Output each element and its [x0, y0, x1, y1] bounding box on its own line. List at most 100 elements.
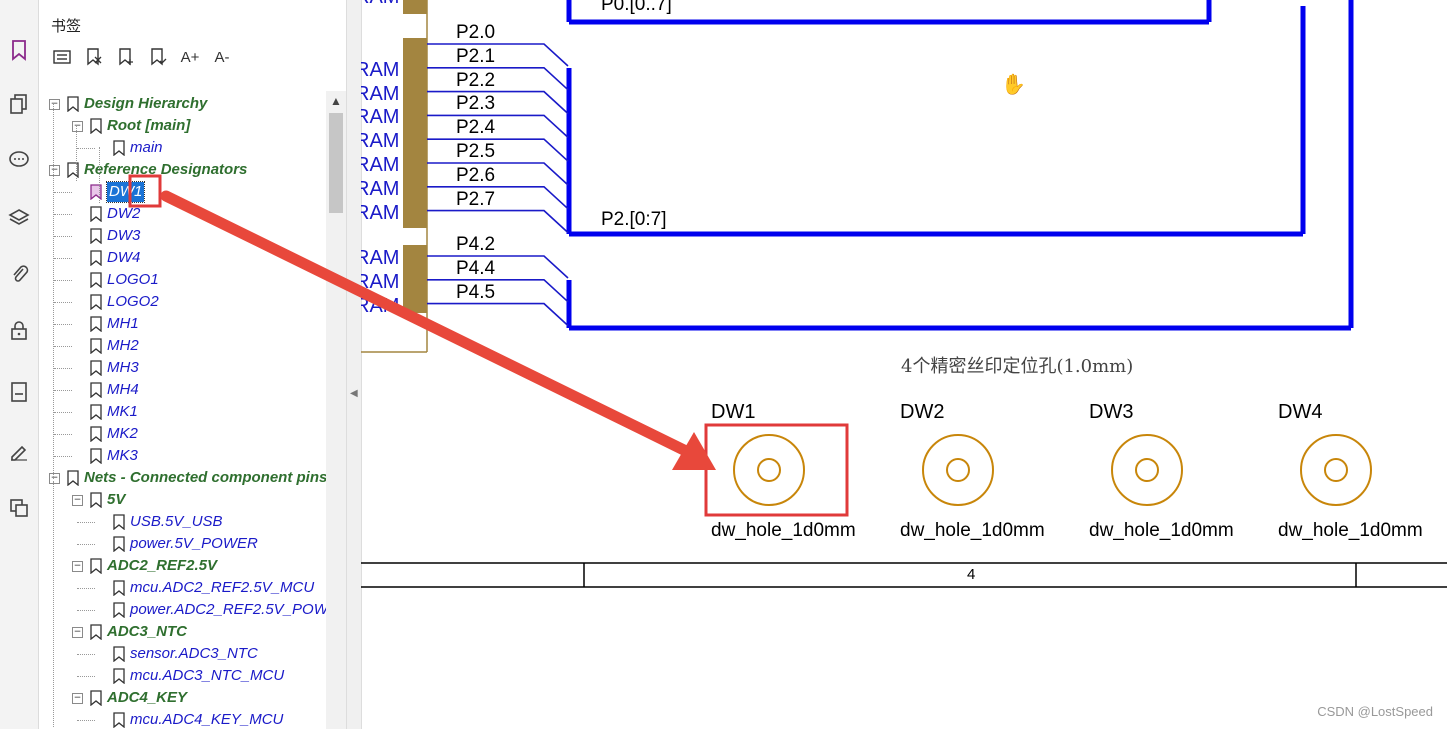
bookmark-icon	[113, 140, 125, 156]
bookmark-label[interactable]: MH2	[107, 336, 139, 356]
bookmark-row[interactable]: MK3	[39, 445, 326, 467]
collapse-toggle-icon[interactable]: −	[49, 165, 60, 176]
bookmark-row[interactable]: power.5V_POWER	[39, 533, 326, 555]
collapse-toggle-icon[interactable]: −	[49, 99, 60, 110]
bookmark-label[interactable]: DW1	[105, 181, 146, 203]
bookmark-row[interactable]: power.ADC2_REF2.5V_POWER	[39, 599, 326, 621]
bookmark-row[interactable]: − Nets - Connected component pins	[39, 467, 326, 489]
bookmark-label[interactable]: MK3	[107, 446, 138, 466]
bookmark-label[interactable]: Design Hierarchy	[84, 94, 207, 114]
bookmark-icon	[90, 206, 102, 222]
bookmark-label[interactable]: DW2	[107, 204, 140, 224]
comments-icon[interactable]	[5, 146, 33, 174]
bookmark-row[interactable]: LOGO1	[39, 269, 326, 291]
compare-icon[interactable]	[5, 494, 33, 522]
scroll-thumb[interactable]	[329, 113, 343, 213]
panel-splitter[interactable]: ◀	[346, 0, 362, 729]
security-icon[interactable]	[5, 316, 33, 344]
p2-pin-label: P2.7	[456, 188, 496, 210]
bookmark-row[interactable]: − Design Hierarchy	[39, 93, 326, 115]
options-menu-icon[interactable]	[49, 45, 75, 69]
bookmark-label[interactable]: Nets - Connected component pins	[84, 468, 326, 488]
bookmark-row[interactable]: MH3	[39, 357, 326, 379]
bookmark-label[interactable]: mcu.ADC4_KEY_MCU	[130, 710, 283, 729]
fiducial-ref-label[interactable]: DW2	[900, 401, 944, 424]
collapse-toggle-icon[interactable]: −	[72, 121, 83, 132]
bookmark-label[interactable]: DW4	[107, 248, 140, 268]
bookmark-row[interactable]: − Reference Designators	[39, 159, 326, 181]
bookmark-row[interactable]: − ADC3_NTC	[39, 621, 326, 643]
pages-icon[interactable]	[5, 90, 33, 118]
bookmark-row[interactable]: USB.5V_USB	[39, 511, 326, 533]
bookmark-row[interactable]: − 5V	[39, 489, 326, 511]
bookmark-row[interactable]: DW1	[39, 181, 326, 203]
collapse-panel-icon[interactable]: ◀	[350, 388, 358, 399]
bookmark-label[interactable]: USB.5V_USB	[130, 512, 223, 532]
collapse-toggle-icon[interactable]: −	[72, 561, 83, 572]
bookmark-icon	[113, 712, 125, 728]
bookmark-label[interactable]: 5V	[107, 490, 125, 510]
collapse-toggle-icon[interactable]: −	[72, 627, 83, 638]
bookmark-label[interactable]: MK1	[107, 402, 138, 422]
new-bookmark-from-structure-icon[interactable]	[145, 45, 171, 69]
bookmark-row[interactable]: mcu.ADC3_NTC_MCU	[39, 665, 326, 687]
reduce-text-icon[interactable]: A-	[209, 45, 235, 69]
bookmark-label[interactable]: power.5V_POWER	[130, 534, 258, 554]
fiducial-ref-label[interactable]: DW3	[1089, 401, 1133, 424]
bookmark-row[interactable]: DW2	[39, 203, 326, 225]
fiducial-footprint-label: dw_hole_1d0mm	[1089, 520, 1234, 541]
fiducial-ref-label[interactable]: DW1	[711, 401, 755, 424]
bookmark-scrollbar[interactable]: ▲	[326, 91, 346, 729]
signature-icon[interactable]	[5, 436, 33, 464]
bookmark-label[interactable]: sensor.ADC3_NTC	[130, 644, 258, 664]
bookmark-row[interactable]: MH2	[39, 335, 326, 357]
bookmark-icon	[90, 338, 102, 354]
schematic-canvas[interactable]: RAM P2.0P2.1 RAM P2.2 RAM P2.3 RAM P2.4 RAM P2.5 R…	[361, 0, 1447, 729]
bookmark-label[interactable]: power.ADC2_REF2.5V_POWER	[130, 600, 326, 620]
bookmark-row[interactable]: LOGO2	[39, 291, 326, 313]
collapse-toggle-icon[interactable]: −	[72, 693, 83, 704]
fiducial-ref-label[interactable]: DW4	[1278, 401, 1322, 424]
bookmark-label[interactable]: MK2	[107, 424, 138, 444]
collapse-toggle-icon[interactable]: −	[49, 473, 60, 484]
delete-bookmark-icon[interactable]	[81, 45, 107, 69]
bookmark-row[interactable]: − Root [main]	[39, 115, 326, 137]
ram-label: RAM	[361, 82, 400, 105]
bookmarks-icon[interactable]	[5, 36, 33, 64]
bookmark-label[interactable]: DW3	[107, 226, 140, 246]
bookmark-label[interactable]: MH3	[107, 358, 139, 378]
bookmark-label[interactable]: ADC4_KEY	[107, 688, 187, 708]
bookmark-label[interactable]: MH1	[107, 314, 139, 334]
ram-label: RAM	[361, 177, 400, 200]
bookmark-row[interactable]: − ADC2_REF2.5V	[39, 555, 326, 577]
bookmark-row[interactable]: sensor.ADC3_NTC	[39, 643, 326, 665]
bookmark-label[interactable]: MH4	[107, 380, 139, 400]
bookmark-row[interactable]: MH1	[39, 313, 326, 335]
bookmark-label[interactable]: Reference Designators	[84, 160, 247, 180]
bookmark-label[interactable]: LOGO1	[107, 270, 159, 290]
bookmark-row[interactable]: MK1	[39, 401, 326, 423]
bookmark-label[interactable]: Root [main]	[107, 116, 190, 136]
bookmark-label[interactable]: mcu.ADC2_REF2.5V_MCU	[130, 578, 314, 598]
layers-icon[interactable]	[5, 204, 33, 232]
collapse-toggle-icon[interactable]: −	[72, 495, 83, 506]
bookmark-row[interactable]: mcu.ADC2_REF2.5V_MCU	[39, 577, 326, 599]
bookmark-row[interactable]: DW4	[39, 247, 326, 269]
bookmark-row[interactable]: MK2	[39, 423, 326, 445]
scroll-up-arrow-icon[interactable]: ▲	[326, 91, 346, 111]
bookmark-row[interactable]: − ADC4_KEY	[39, 687, 326, 709]
bookmark-label[interactable]: mcu.ADC3_NTC_MCU	[130, 666, 284, 686]
net-wire	[427, 90, 569, 115]
bookmark-row[interactable]: mcu.ADC4_KEY_MCU	[39, 709, 326, 729]
document-icon[interactable]	[5, 378, 33, 406]
bookmark-label[interactable]: LOGO2	[107, 292, 159, 312]
new-bookmark-icon[interactable]	[113, 45, 139, 69]
bookmark-label[interactable]: ADC3_NTC	[107, 622, 187, 642]
bookmark-row[interactable]: main	[39, 137, 326, 159]
bookmark-row[interactable]: MH4	[39, 379, 326, 401]
enlarge-text-icon[interactable]: A+	[177, 45, 203, 69]
bookmark-row[interactable]: DW3	[39, 225, 326, 247]
bookmark-label[interactable]: main	[130, 138, 163, 158]
bookmark-label[interactable]: ADC2_REF2.5V	[107, 556, 217, 576]
attachments-icon[interactable]	[5, 260, 33, 288]
